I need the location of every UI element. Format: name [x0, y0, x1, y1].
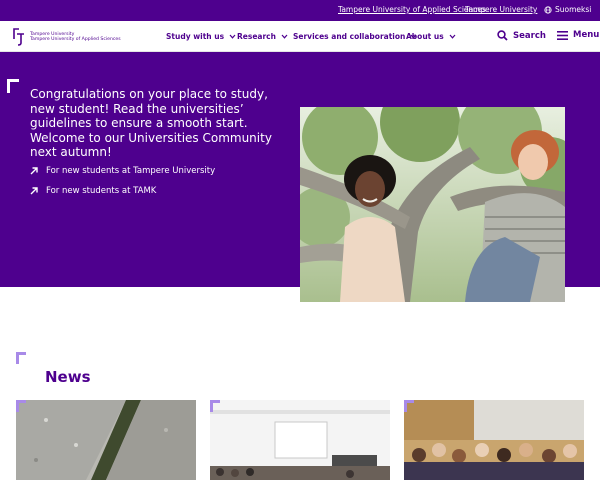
arrow-up-right-icon: [30, 187, 38, 195]
news-card[interactable]: [404, 400, 584, 480]
language-label: Suomeksi: [555, 5, 592, 14]
hero-link-new-students-tampere-university[interactable]: For new students at Tampere University: [30, 166, 215, 176]
nav-item-services-and-collaboration[interactable]: Services and collaboration: [293, 32, 417, 41]
news-card[interactable]: [210, 400, 390, 480]
corner-bracket-icon: [404, 400, 414, 412]
nav-item-label: Services and collaboration: [293, 32, 406, 41]
search-label: Search: [513, 30, 546, 41]
news-card-image: [16, 400, 196, 480]
hero-link-label: For new students at Tampere University: [46, 166, 216, 176]
hero-link-new-students-tamk[interactable]: For new students at TAMK: [30, 186, 156, 196]
hero-link-label: For new students at TAMK: [46, 186, 157, 196]
corner-bracket-icon: [7, 79, 19, 93]
menu-button[interactable]: Menu: [557, 30, 599, 40]
nav-item-label: Research: [237, 32, 276, 41]
news-card[interactable]: [16, 400, 196, 480]
logo[interactable]: Tampere University Tampere University of…: [11, 27, 121, 47]
search-icon: [497, 30, 508, 41]
nav-item-label: Study with us: [166, 32, 225, 41]
news-card-image: [404, 400, 584, 480]
news-section-title: News: [45, 368, 91, 386]
menu-label: Menu: [573, 30, 600, 40]
logo-mark-icon: [13, 28, 24, 46]
search-button[interactable]: Search: [497, 30, 546, 41]
logo-line-2: Tampere University of Applied Sciences: [30, 37, 121, 42]
chevron-down-icon: [229, 34, 236, 39]
arrow-up-right-icon: [30, 167, 38, 175]
nav-item-label: About us: [406, 32, 444, 41]
main-navigation: Tampere University Tampere University of…: [0, 21, 600, 52]
globe-icon: [544, 5, 552, 14]
corner-bracket-icon: [16, 400, 26, 412]
menu-icon: [557, 30, 568, 40]
hero-photo: [300, 107, 565, 302]
corner-bracket-icon: [16, 352, 26, 364]
link-tampere-university[interactable]: Tampere University: [465, 5, 537, 14]
chevron-down-icon: [281, 34, 288, 39]
chevron-down-icon: [449, 34, 456, 39]
news-card-image: [210, 400, 390, 480]
language-switch[interactable]: Suomeksi: [544, 5, 591, 14]
corner-bracket-icon: [210, 400, 220, 412]
nav-item-research[interactable]: Research: [237, 32, 288, 41]
link-tamk[interactable]: Tampere University of Applied Sciences: [338, 5, 486, 14]
hero-title: Congratulations on your place to study, …: [30, 87, 272, 159]
nav-item-about-us[interactable]: About us: [406, 32, 456, 41]
top-utility-bar: Tampere University of Applied Sciences T…: [0, 0, 600, 21]
nav-item-study-with-us[interactable]: Study with us: [166, 32, 236, 41]
